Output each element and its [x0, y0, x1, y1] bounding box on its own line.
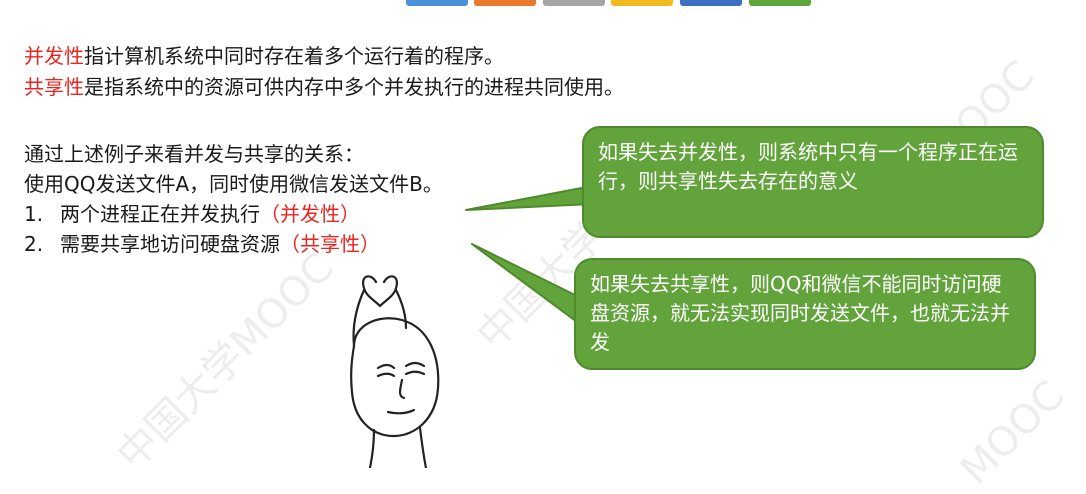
meme-face-illustration: [350, 275, 440, 468]
callout-sharing-text: 如果失去共享性，则QQ和微信不能同时访问硬盘资源，就无法实现同时发送文件，也就无…: [590, 272, 1010, 354]
callout-concurrency-text: 如果失去并发性，则系统中只有一个程序正在运行，则共享性失去存在的意义: [598, 140, 1018, 193]
callout-concurrency: 如果失去并发性，则系统中只有一个程序正在运行，则共享性失去存在的意义: [582, 126, 1044, 238]
callout-sharing: 如果失去共享性，则QQ和微信不能同时访问硬盘资源，就无法实现同时发送文件，也就无…: [574, 258, 1036, 370]
callout-concurrency-tail: [465, 185, 593, 211]
